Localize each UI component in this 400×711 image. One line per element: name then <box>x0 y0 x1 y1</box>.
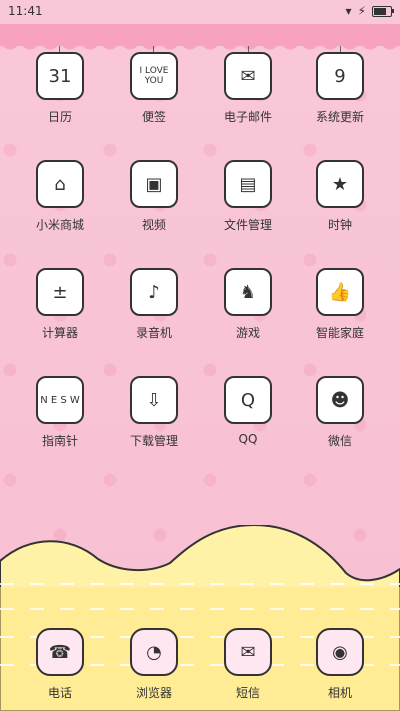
app-calendar[interactable]: 31 日历 <box>14 52 106 125</box>
sms-icon: ✉ <box>224 628 272 676</box>
dash-line <box>0 608 400 610</box>
store-icon: ⌂ <box>36 160 84 208</box>
app-label: 时钟 <box>327 218 352 232</box>
download-glyph: ⇩ <box>146 389 162 411</box>
wechat-icon: ☻ <box>316 376 364 424</box>
app-store[interactable]: ⌂ 小米商城 <box>14 160 106 233</box>
recorder-icon: ♪ <box>130 268 178 316</box>
browser-glyph: ◔ <box>146 641 162 663</box>
notes-icon: I LOVE YOU <box>130 52 178 100</box>
dock-phone[interactable]: ☎ 电话 <box>14 628 106 701</box>
app-calculator[interactable]: ± 计算器 <box>14 268 106 341</box>
app-label: 系统更新 <box>315 110 364 124</box>
app-label: 智能家庭 <box>315 326 364 340</box>
dock-label: 浏览器 <box>135 686 172 700</box>
files-icon: ▤ <box>224 160 272 208</box>
compass-icon: N E S W <box>36 376 84 424</box>
notes-glyph: I LOVE YOU <box>139 66 169 86</box>
app-label: 下载管理 <box>129 434 178 448</box>
status-icons: ▾ ⚡ <box>345 4 394 18</box>
app-notes[interactable]: I LOVE YOU 便签 <box>108 52 200 125</box>
clock-icon: ★ <box>316 160 364 208</box>
app-recorder[interactable]: ♪ 录音机 <box>108 268 200 341</box>
app-label: 游戏 <box>235 326 260 340</box>
calculator-icon: ± <box>36 268 84 316</box>
dock-label: 短信 <box>235 686 260 700</box>
qq-icon: Q <box>224 376 272 424</box>
home-screen: 11:41 ▾ ⚡ 31 日历 I LOVE YOU 便签 ✉ 电子邮件 9 系… <box>0 0 400 711</box>
app-downloads[interactable]: ⇩ 下载管理 <box>108 376 200 449</box>
app-label: 日历 <box>47 110 72 124</box>
camera-glyph: ◉ <box>332 641 348 663</box>
status-time: 11:41 <box>8 4 43 18</box>
compass-glyph: N E S W <box>40 394 80 406</box>
battery-icon <box>372 5 394 17</box>
qq-glyph: Q <box>240 389 256 411</box>
dock-camera[interactable]: ◉ 相机 <box>294 628 386 701</box>
calendar-icon: 31 <box>36 52 84 100</box>
app-system-update[interactable]: 9 系统更新 <box>294 52 386 125</box>
store-glyph: ⌂ <box>54 173 66 195</box>
sms-glyph: ✉ <box>240 641 256 663</box>
app-qq[interactable]: Q QQ <box>202 376 294 446</box>
app-label: 文件管理 <box>223 218 272 232</box>
smart-home-glyph: 👍 <box>328 281 352 303</box>
phone-icon: ☎ <box>36 628 84 676</box>
app-label: 电子邮件 <box>223 110 272 124</box>
app-mail[interactable]: ✉ 电子邮件 <box>202 52 294 125</box>
smart-home-icon: 👍 <box>316 268 364 316</box>
update-glyph: 9 <box>334 65 346 87</box>
phone-glyph: ☎ <box>48 641 72 663</box>
app-label: 微信 <box>327 434 352 448</box>
app-label: 视频 <box>141 218 166 232</box>
calendar-glyph: 31 <box>48 65 72 87</box>
app-wechat[interactable]: ☻ 微信 <box>294 376 386 449</box>
app-label: 便签 <box>141 110 166 124</box>
mail-icon: ✉ <box>224 52 272 100</box>
mail-glyph: ✉ <box>240 65 256 87</box>
app-label: 录音机 <box>135 326 172 340</box>
browser-icon: ◔ <box>130 628 178 676</box>
signal-icon: ▾ <box>345 4 352 18</box>
dock-label: 相机 <box>327 686 352 700</box>
app-label: 小米商城 <box>35 218 84 232</box>
app-game[interactable]: ♞ 游戏 <box>202 268 294 341</box>
app-label: 指南针 <box>41 434 78 448</box>
status-bar: 11:41 ▾ ⚡ <box>0 0 400 24</box>
dock-label: 电话 <box>47 686 72 700</box>
app-compass[interactable]: N E S W 指南针 <box>14 376 106 449</box>
clock-glyph: ★ <box>331 173 349 195</box>
recorder-glyph: ♪ <box>148 281 160 303</box>
dock: ☎ 电话 ◔ 浏览器 ✉ 短信 ◉ 相机 <box>0 612 400 711</box>
files-glyph: ▤ <box>239 173 257 195</box>
battery-level <box>374 7 386 15</box>
tv-icon: ▣ <box>130 160 178 208</box>
app-video[interactable]: ▣ 视频 <box>108 160 200 233</box>
app-clock[interactable]: ★ 时钟 <box>294 160 386 233</box>
dash-line <box>0 583 400 585</box>
dock-browser[interactable]: ◔ 浏览器 <box>108 628 200 701</box>
game-glyph: ♞ <box>239 281 257 303</box>
tv-glyph: ▣ <box>145 173 163 195</box>
app-smart-home[interactable]: 👍 智能家庭 <box>294 268 386 341</box>
download-icon: ⇩ <box>130 376 178 424</box>
update-icon: 9 <box>316 52 364 100</box>
app-label: 计算器 <box>41 326 78 340</box>
wechat-glyph: ☻ <box>330 389 350 411</box>
charging-icon: ⚡ <box>357 4 366 18</box>
app-files[interactable]: ▤ 文件管理 <box>202 160 294 233</box>
app-label: QQ <box>238 432 258 446</box>
dock-sms[interactable]: ✉ 短信 <box>202 628 294 701</box>
game-icon: ♞ <box>224 268 272 316</box>
camera-icon: ◉ <box>316 628 364 676</box>
calculator-glyph: ± <box>52 281 68 303</box>
